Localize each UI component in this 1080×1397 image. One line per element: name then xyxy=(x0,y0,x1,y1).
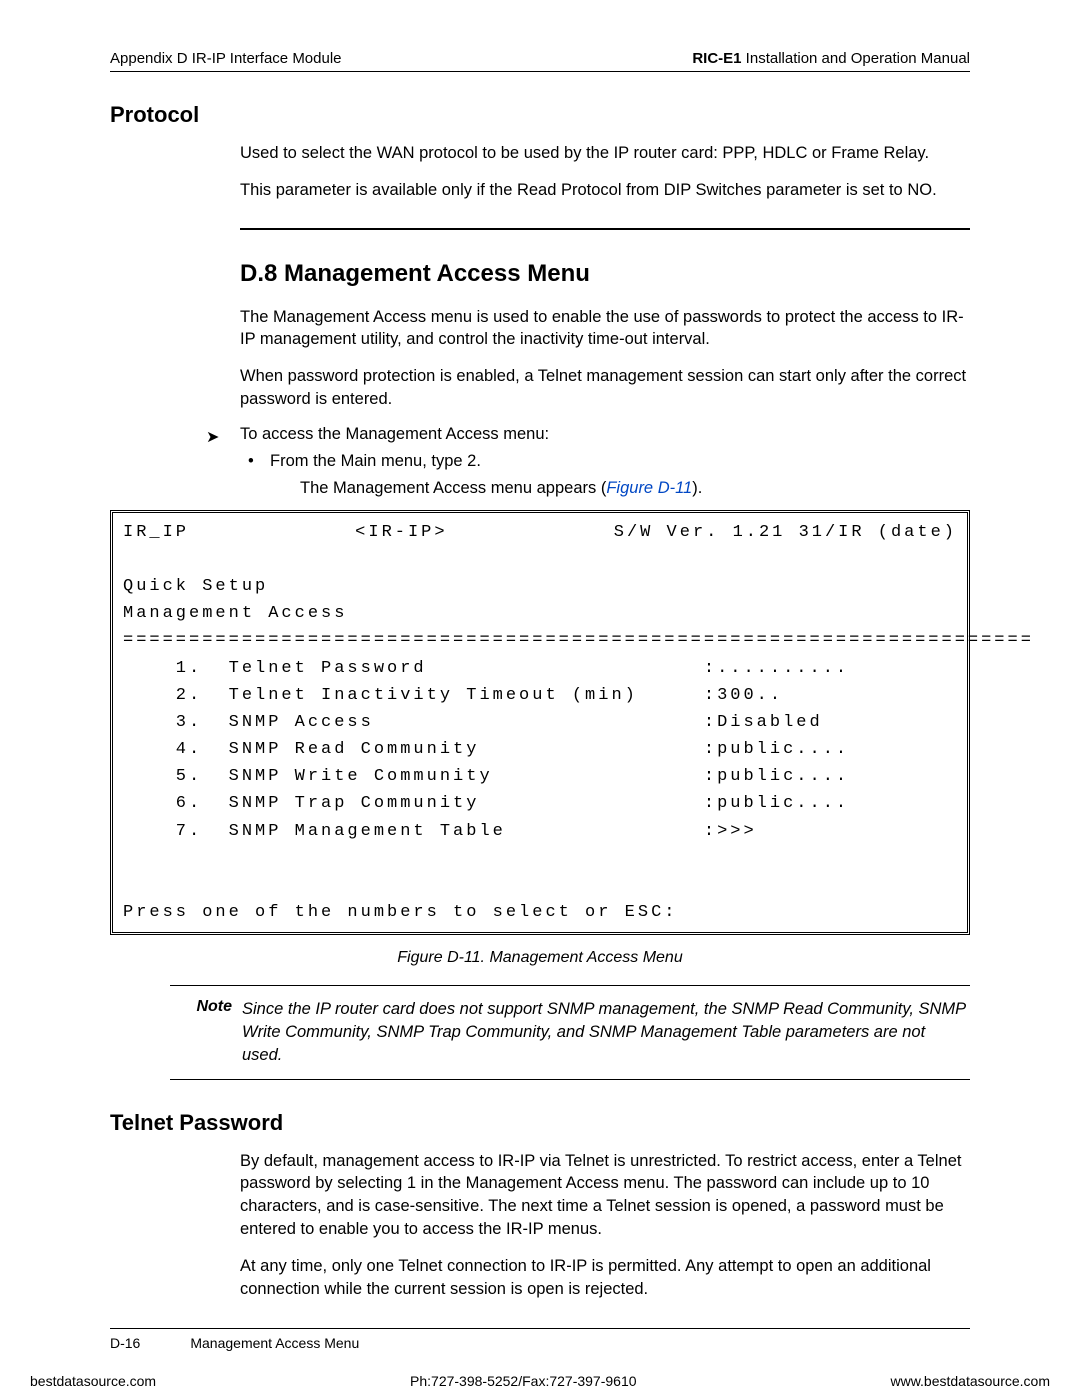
bullet-icon: • xyxy=(248,452,254,471)
provider-bar: bestdatasource.com Ph:727-398-5252/Fax:7… xyxy=(0,1373,1080,1389)
note-text: Since the IP router card does not suppor… xyxy=(242,998,970,1066)
section-p1: The Management Access menu is used to en… xyxy=(240,306,970,352)
term-head-mid: <IR-IP> xyxy=(355,519,447,546)
section-title: D.8 Management Access Menu xyxy=(240,260,970,288)
procedure-step: • From the Main menu, type 2. xyxy=(270,452,970,471)
term-quick-setup: Quick Setup xyxy=(123,577,268,596)
document-page: Appendix D IR-IP Interface Module RIC-E1… xyxy=(110,50,970,1351)
note-block: Note Since the IP router card does not s… xyxy=(170,985,970,1079)
section-p2: When password protection is enabled, a T… xyxy=(240,365,970,411)
telnet-p1: By default, management access to IR-IP v… xyxy=(240,1150,970,1241)
provider-left: bestdatasource.com xyxy=(30,1373,156,1389)
term-mgmt-access: Management Access xyxy=(123,604,347,623)
figure-link[interactable]: Figure D-11 xyxy=(606,479,692,497)
term-head-right: S/W Ver. 1.21 31/IR (date) xyxy=(614,519,957,546)
page-number: D-16 xyxy=(110,1335,140,1351)
page-footer: D-16 Management Access Menu xyxy=(110,1335,970,1351)
term-prompt: Press one of the numbers to select or ES… xyxy=(123,903,677,922)
telnet-p2: At any time, only one Telnet connection … xyxy=(240,1255,970,1301)
footer-name: Management Access Menu xyxy=(190,1335,359,1351)
provider-right: www.bestdatasource.com xyxy=(890,1373,1050,1389)
protocol-heading: Protocol xyxy=(110,102,970,128)
header-right: RIC-E1 Installation and Operation Manual xyxy=(692,50,970,67)
header-left: Appendix D IR-IP Interface Module xyxy=(110,50,342,67)
protocol-p1: Used to select the WAN protocol to be us… xyxy=(240,142,970,165)
running-header: Appendix D IR-IP Interface Module RIC-E1… xyxy=(110,50,970,72)
term-head-left: IR_IP xyxy=(123,519,189,546)
arrow-icon: ➤ xyxy=(206,427,219,447)
procedure-intro: ➤ To access the Management Access menu: xyxy=(240,425,970,444)
protocol-p2: This parameter is available only if the … xyxy=(240,179,970,202)
section-divider xyxy=(240,228,970,230)
provider-mid: Ph:727-398-5252/Fax:727-397-9610 xyxy=(410,1373,637,1389)
terminal-screen: IR_IP <IR-IP> S/W Ver. 1.21 31/IR (date) Q… xyxy=(110,510,970,936)
term-ruler: ========================================… xyxy=(123,631,1034,650)
figure-caption: Figure D-11. Management Access Menu xyxy=(110,949,970,967)
telnet-heading: Telnet Password xyxy=(110,1110,970,1136)
footer-rule xyxy=(110,1328,970,1329)
term-items: 1. Telnet Password :.......... 2. Telnet… xyxy=(123,655,957,845)
note-label: Note xyxy=(170,998,242,1066)
procedure-result: The Management Access menu appears (Figu… xyxy=(300,479,970,498)
